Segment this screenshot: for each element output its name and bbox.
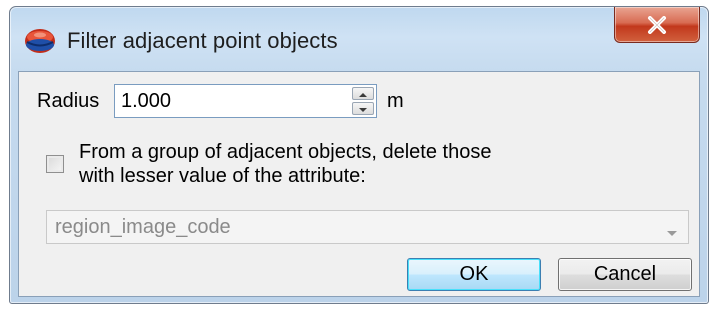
close-icon <box>647 15 667 34</box>
dialog-content: Radius m From a group of adjacent object <box>18 71 700 297</box>
window-title: Filter adjacent point objects <box>67 28 338 53</box>
chevron-down-icon <box>666 224 678 242</box>
arrow-down-icon <box>358 100 368 118</box>
spin-up-button[interactable] <box>352 87 374 100</box>
delete-lesser-label-line2: with lesser value of the attribute: <box>79 165 366 187</box>
close-button[interactable] <box>614 7 700 43</box>
radius-input[interactable] <box>121 89 326 113</box>
radius-label: Radius <box>37 90 100 112</box>
dialog-window: Filter adjacent point objects Radius 1.0… <box>9 6 709 304</box>
attribute-select[interactable]: region_image_code <box>46 210 689 244</box>
delete-lesser-label[interactable]: From a group of adjacent objects, delete… <box>79 140 491 188</box>
radius-spinbox[interactable] <box>114 84 377 118</box>
attribute-select-value: region_image_code <box>55 216 231 238</box>
spin-buttons <box>352 87 374 115</box>
radius-unit-label: m <box>387 90 404 112</box>
spin-down-button[interactable] <box>352 102 374 115</box>
delete-lesser-checkbox[interactable] <box>46 155 64 173</box>
app-logo-icon <box>23 27 57 55</box>
delete-lesser-label-line1: From a group of adjacent objects, delete… <box>79 141 492 163</box>
title-bar[interactable]: Filter adjacent point objects <box>10 7 708 71</box>
ok-button[interactable]: OK <box>407 258 541 291</box>
cancel-button[interactable]: Cancel <box>558 258 692 291</box>
